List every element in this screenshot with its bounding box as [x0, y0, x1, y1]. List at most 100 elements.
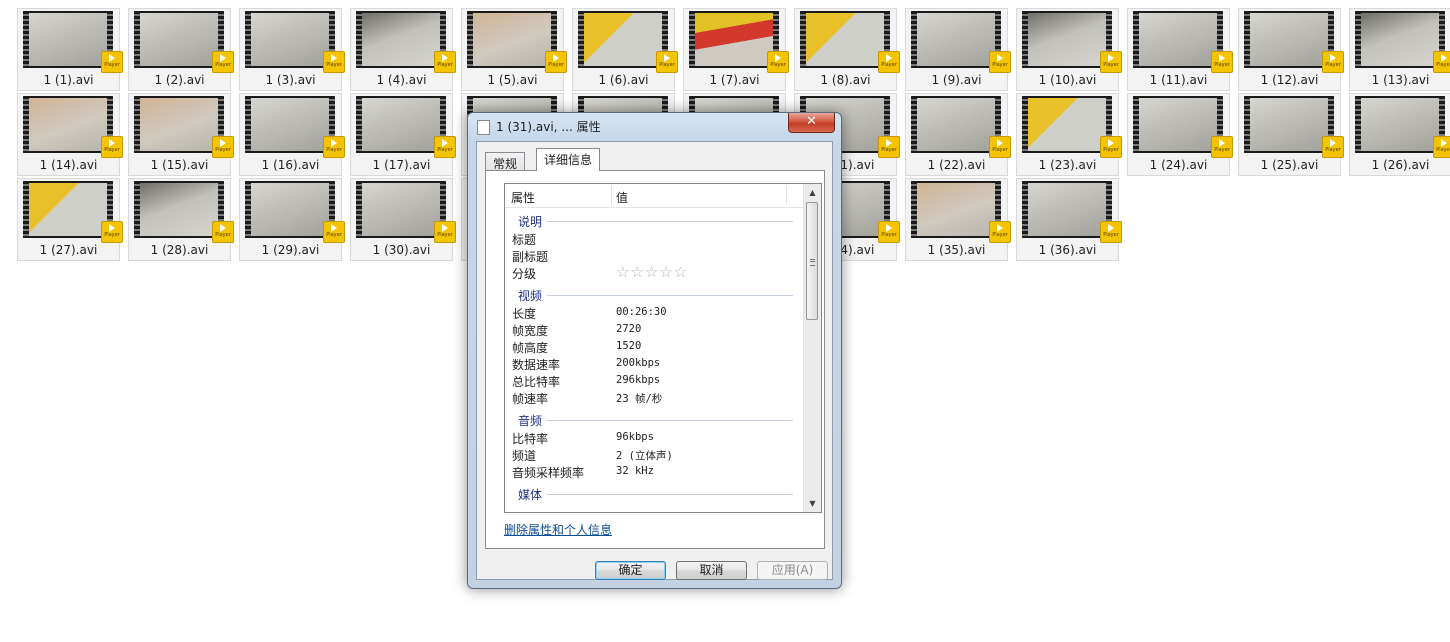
property-row[interactable]: 帧宽度 2720	[505, 321, 805, 338]
list-rows: 说明 标题 副标题 分级 ☆☆☆☆☆ 视频 长度 00:26:30 帧宽度 2720 帧高度 1520…	[505, 207, 805, 512]
property-row[interactable]: 音频采样频率 32 kHz	[505, 463, 805, 480]
file-tile[interactable]: Player 1 (29).avi	[239, 178, 345, 261]
file-name: 1 (13).avi	[1371, 73, 1430, 87]
file-tile[interactable]: Player 1 (14).avi	[17, 93, 123, 176]
file-tile[interactable]: Player 1 (35).avi	[905, 178, 1011, 261]
property-row[interactable]: 帧高度 1520	[505, 338, 805, 355]
vertical-scrollbar[interactable]: ▲ ▼	[803, 184, 821, 512]
property-row[interactable]: 副标题	[505, 247, 805, 264]
file-tile[interactable]: Player 1 (5).avi	[461, 8, 567, 91]
file-tile[interactable]: Player 1 (25).avi	[1238, 93, 1344, 176]
file-tile[interactable]: Player 1 (27).avi	[17, 178, 123, 261]
film-strip-icon	[911, 11, 1001, 68]
property-key: 数据速率	[512, 358, 561, 372]
file-tile[interactable]: Player 1 (26).avi	[1349, 93, 1450, 176]
column-divider[interactable]	[611, 186, 612, 205]
film-strip-icon	[1022, 11, 1112, 68]
player-badge-label: Player	[881, 62, 897, 68]
player-badge-label: Player	[104, 147, 120, 153]
player-badge-icon: Player	[323, 51, 345, 73]
close-button[interactable]: ✕	[788, 113, 835, 133]
file-tile[interactable]: Player 1 (8).avi	[794, 8, 900, 91]
ok-button[interactable]: 确定	[595, 561, 666, 580]
file-name: 1 (11).avi	[1149, 73, 1208, 87]
player-badge-icon: Player	[1100, 221, 1122, 243]
property-row[interactable]: 数据速率 200kbps	[505, 355, 805, 372]
video-thumbnail	[362, 13, 440, 66]
file-name: 1 (2).avi	[154, 73, 205, 87]
film-strip-icon	[911, 96, 1001, 153]
property-row[interactable]: 总比特率 296kbps	[505, 372, 805, 389]
property-row[interactable]: 分级 ☆☆☆☆☆	[505, 263, 805, 281]
file-name: 1 (7).avi	[709, 73, 760, 87]
file-name: 1 (12).avi	[1260, 73, 1319, 87]
property-key: 频道	[512, 449, 537, 463]
play-icon	[664, 54, 670, 62]
column-header-value[interactable]: 值	[616, 189, 628, 206]
file-tile[interactable]: Player 1 (36).avi	[1016, 178, 1122, 261]
file-tile[interactable]: Player 1 (13).avi	[1349, 8, 1450, 91]
player-badge-label: Player	[548, 62, 564, 68]
play-icon	[1219, 54, 1225, 62]
remove-properties-link[interactable]: 删除属性和个人信息	[504, 521, 612, 538]
file-tile[interactable]: Player 1 (28).avi	[128, 178, 234, 261]
cancel-button[interactable]: 取消	[676, 561, 747, 580]
dialog-titlebar[interactable]: 1 (31).avi, ... 属性 ✕	[468, 113, 841, 141]
property-key: 帧速率	[512, 392, 549, 406]
file-name: 1 (35).avi	[927, 243, 986, 257]
file-tile[interactable]: Player 1 (4).avi	[350, 8, 456, 91]
film-strip-icon	[800, 11, 890, 68]
file-name: 1 (36).avi	[1038, 243, 1097, 257]
scroll-up-arrow-icon[interactable]: ▲	[804, 184, 821, 201]
tab-general[interactable]: 常规	[485, 152, 526, 171]
column-header-property[interactable]: 属性	[511, 189, 535, 206]
file-name: 1 (26).avi	[1371, 158, 1430, 172]
player-badge-label: Player	[104, 232, 120, 238]
property-row[interactable]: 比特率 96kbps	[505, 429, 805, 446]
file-properties-icon	[477, 118, 491, 135]
file-tile[interactable]: Player 1 (16).avi	[239, 93, 345, 176]
rating-stars-icon[interactable]: ☆☆☆☆☆	[616, 263, 688, 281]
file-tile[interactable]: Player 1 (1).avi	[17, 8, 123, 91]
file-name: 1 (25).avi	[1260, 158, 1319, 172]
file-tile[interactable]: Player 1 (15).avi	[128, 93, 234, 176]
apply-button[interactable]: 应用(A)	[757, 561, 828, 580]
file-name: 1 (28).avi	[150, 243, 209, 257]
tab-details[interactable]: 详细信息	[536, 148, 601, 171]
file-tile[interactable]: Player 1 (11).avi	[1127, 8, 1233, 91]
play-icon	[331, 224, 337, 232]
file-tile[interactable]: Player 1 (6).avi	[572, 8, 678, 91]
play-icon	[1441, 139, 1447, 147]
file-tile[interactable]: Player 1 (22).avi	[905, 93, 1011, 176]
column-divider[interactable]	[786, 186, 787, 205]
file-tile[interactable]: Player 1 (17).avi	[350, 93, 456, 176]
file-tile[interactable]: Player 1 (2).avi	[128, 8, 234, 91]
video-thumbnail	[29, 183, 107, 236]
player-badge-label: Player	[215, 62, 231, 68]
property-row[interactable]: 频道 2 (立体声)	[505, 446, 805, 463]
file-tile[interactable]: Player 1 (9).avi	[905, 8, 1011, 91]
player-badge-label: Player	[1436, 147, 1450, 153]
property-row[interactable]: 标题	[505, 230, 805, 247]
file-tile[interactable]: Player 1 (24).avi	[1127, 93, 1233, 176]
file-tile[interactable]: Player 1 (3).avi	[239, 8, 345, 91]
property-key: 帧高度	[512, 341, 549, 355]
scroll-thumb[interactable]	[806, 202, 818, 320]
property-value: 296kbps	[616, 374, 661, 386]
file-tile[interactable]: Player 1 (23).avi	[1016, 93, 1122, 176]
player-badge-icon: Player	[1211, 51, 1233, 73]
file-tile[interactable]: Player 1 (30).avi	[350, 178, 456, 261]
player-badge-icon: Player	[1100, 136, 1122, 158]
player-badge-label: Player	[326, 147, 342, 153]
scroll-down-arrow-icon[interactable]: ▼	[804, 495, 821, 512]
property-row[interactable]: 帧速率 23 帧/秒	[505, 389, 805, 406]
details-list[interactable]: 属性 值 说明 标题 副标题 分级 ☆☆☆☆☆ 视频 长度 00:26:30 帧宽度 2720 帧高…	[504, 183, 822, 513]
film-strip-icon	[356, 96, 446, 153]
file-tile[interactable]: Player 1 (7).avi	[683, 8, 789, 91]
file-tile[interactable]: Player 1 (12).avi	[1238, 8, 1344, 91]
property-row[interactable]: 长度 00:26:30	[505, 304, 805, 321]
file-tile[interactable]: Player 1 (10).avi	[1016, 8, 1122, 91]
video-thumbnail	[1139, 98, 1217, 151]
film-strip-icon	[23, 181, 113, 238]
play-icon	[109, 224, 115, 232]
